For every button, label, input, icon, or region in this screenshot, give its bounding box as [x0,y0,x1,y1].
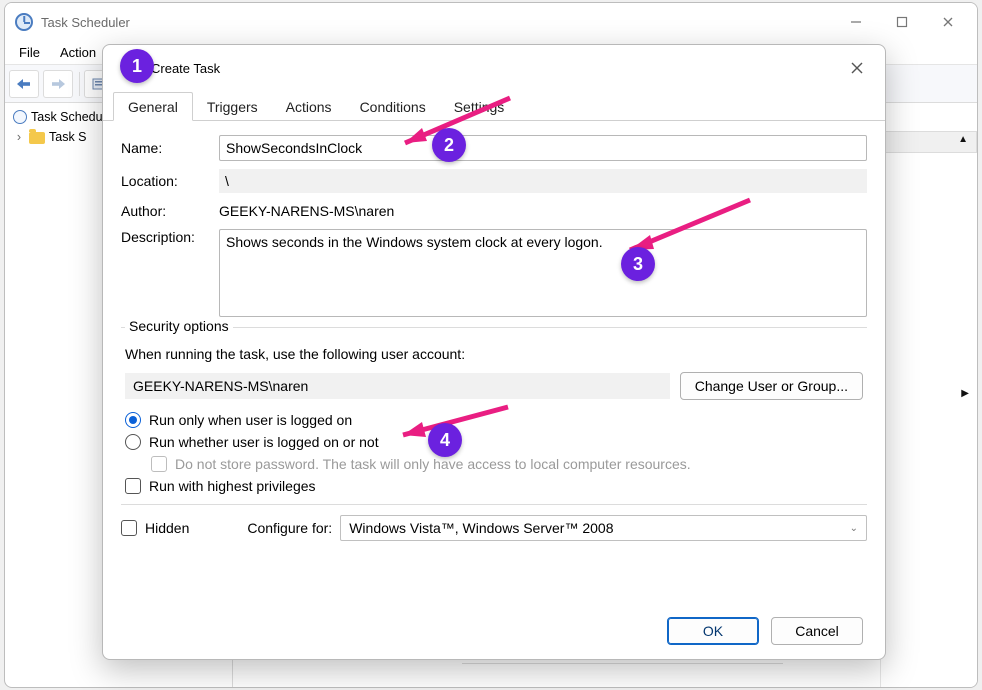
radio-icon [125,412,141,428]
check-hidden[interactable]: Hidden [121,520,189,536]
dialog-body: Name: Location: \ Author: GEEKY-NARENS-M… [103,121,885,541]
hidden-label: Hidden [145,520,189,536]
configure-for-select[interactable]: Windows Vista™, Windows Server™ 2008 ⌄ [340,515,867,541]
tree-lib-label: Task S [49,130,87,144]
check-label: Do not store password. The task will onl… [175,456,691,472]
security-account: GEEKY-NARENS-MS\naren [125,373,670,399]
label-location: Location: [121,173,219,189]
check-no-store-password: Do not store password. The task will onl… [151,456,867,472]
checkbox-icon [151,456,167,472]
checkbox-icon [125,478,141,494]
actions-panel: ▲ ▶ [881,103,977,687]
row-name: Name: [121,135,867,161]
configure-for-value: Windows Vista™, Windows Server™ 2008 [349,520,613,536]
maximize-button[interactable] [879,7,925,37]
label-author: Author: [121,203,219,219]
folder-icon [29,132,45,144]
tab-general[interactable]: General [113,92,193,121]
checkbox-icon [121,520,137,536]
cancel-button[interactable]: Cancel [771,617,863,645]
row-location: Location: \ [121,169,867,193]
security-options-group: Security options When running the task, … [121,327,867,494]
label-description: Description: [121,229,219,245]
tab-actions[interactable]: Actions [272,93,346,120]
expand-icon[interactable]: › [13,130,25,144]
clock-icon [13,110,27,124]
forward-button[interactable] [43,70,73,98]
window-title: Task Scheduler [41,15,130,30]
bottom-status-pane [462,663,783,685]
back-button[interactable] [9,70,39,98]
check-highest-privileges[interactable]: Run with highest privileges [125,478,867,494]
minimize-button[interactable] [833,7,879,37]
clock-icon [15,13,33,31]
label-name: Name: [121,140,219,156]
radio-run-whether-logged-on[interactable]: Run whether user is logged on or not [125,434,867,450]
create-task-dialog: Create Task General Triggers Actions Con… [102,44,886,660]
menu-file[interactable]: File [9,43,50,62]
row-author: Author: GEEKY-NARENS-MS\naren [121,201,867,221]
security-caption: When running the task, use the following… [125,346,867,362]
radio-label: Run whether user is logged on or not [149,434,379,450]
change-user-button[interactable]: Change User or Group... [680,372,863,400]
tab-conditions[interactable]: Conditions [346,93,440,120]
close-button[interactable] [925,7,971,37]
dialog-title: Create Task [117,61,837,76]
security-legend: Security options [125,318,233,334]
radio-icon [125,434,141,450]
dialog-buttons: OK Cancel [667,617,863,645]
name-input[interactable] [219,135,867,161]
separator [121,504,867,505]
row-description: Description: [121,229,867,317]
tabstrip: General Triggers Actions Conditions Sett… [103,91,885,121]
description-input[interactable] [219,229,867,317]
actions-header: ▲ [881,131,977,153]
tab-triggers[interactable]: Triggers [193,93,272,120]
configure-for-label: Configure for: [247,520,332,536]
chevron-down-icon: ⌄ [850,523,858,534]
dialog-titlebar: Create Task [103,45,885,91]
radio-run-when-logged-on[interactable]: Run only when user is logged on [125,412,867,428]
ok-button[interactable]: OK [667,617,759,645]
titlebar: Task Scheduler [5,3,977,41]
dialog-close-button[interactable] [837,52,877,84]
radio-label: Run only when user is logged on [149,412,352,428]
sort-arrow-icon: ▲ [958,134,968,145]
check-label: Run with highest privileges [149,478,316,494]
menu-action[interactable]: Action [50,43,106,62]
expand-arrow-icon[interactable]: ▶ [961,388,969,399]
location-value: \ [219,169,867,193]
tab-settings[interactable]: Settings [440,93,519,120]
author-value: GEEKY-NARENS-MS\naren [219,201,867,221]
